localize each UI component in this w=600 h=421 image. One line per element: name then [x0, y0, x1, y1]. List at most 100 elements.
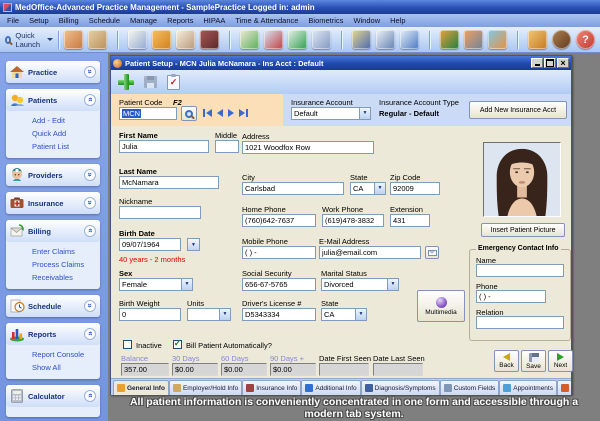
first-record-icon[interactable]	[203, 109, 212, 117]
chevron-down-icon[interactable]	[355, 309, 366, 320]
menu-help[interactable]: Help	[385, 16, 410, 25]
birth-date-input[interactable]: 09/07/1964	[119, 238, 181, 251]
minimize-icon[interactable]	[531, 58, 543, 68]
tab-custom-fields[interactable]: Custom Fields	[440, 380, 500, 395]
menu-reports[interactable]: Reports	[162, 16, 198, 25]
menu-schedule[interactable]: Schedule	[84, 16, 125, 25]
tab-insurance-info[interactable]: Insurance Info	[242, 380, 301, 395]
calc-report-icon[interactable]	[400, 30, 419, 49]
sidebar-item-add-edit[interactable]: Add - Edit	[32, 114, 98, 127]
last-record-icon[interactable]	[239, 109, 248, 117]
menu-file[interactable]: File	[2, 16, 24, 25]
expand-chevron-icon[interactable]	[84, 169, 96, 181]
units-select[interactable]	[187, 308, 231, 321]
tab-appointments[interactable]: Appointments	[499, 380, 557, 395]
icd-codes-icon[interactable]	[88, 30, 107, 49]
sidebar-section-patients[interactable]: Patients	[6, 89, 100, 111]
time-report-icon[interactable]	[376, 30, 395, 49]
birth-date-dropdown[interactable]	[187, 238, 200, 251]
sidebar-section-insurance[interactable]: Insurance	[6, 192, 100, 214]
help-icon[interactable]: ?	[576, 30, 595, 49]
back-button[interactable]: Back	[494, 350, 519, 372]
save-button[interactable]: Save	[521, 350, 546, 372]
menu-setup[interactable]: Setup	[24, 16, 54, 25]
menu-billing[interactable]: Billing	[54, 16, 84, 25]
chevron-down-icon[interactable]	[359, 108, 370, 119]
menu-manage[interactable]: Manage	[125, 16, 162, 25]
send-email-button[interactable]	[425, 246, 439, 259]
sidebar-section-providers[interactable]: Providers	[6, 164, 100, 186]
sidebar-section-schedule[interactable]: Schedule	[6, 295, 100, 317]
add-patient-icon[interactable]	[118, 74, 134, 90]
insert-patient-picture-button[interactable]: Insert Patient Picture	[481, 223, 565, 237]
tab-diagnosis-symptoms[interactable]: Diagnosis/Symptoms	[361, 380, 440, 395]
vehicle-icon[interactable]	[352, 30, 371, 49]
nickname-input[interactable]	[119, 206, 201, 219]
marital-status-select[interactable]: Divorced	[321, 278, 399, 291]
patient-card-icon[interactable]	[128, 30, 147, 49]
add-new-insurance-button[interactable]: Add New Insurance Acct	[469, 101, 567, 119]
collapse-chevron-icon[interactable]	[84, 225, 96, 237]
close-icon[interactable]	[557, 58, 569, 68]
tab-patient-notes[interactable]: Patient Notes	[557, 380, 571, 395]
save-icon[interactable]	[144, 76, 157, 88]
multimedia-button[interactable]: Multimedia	[417, 290, 465, 322]
statements-icon[interactable]	[288, 30, 307, 49]
messages-icon[interactable]	[152, 30, 171, 49]
extension-input[interactable]: 431	[390, 214, 430, 227]
verify-icon[interactable]	[167, 75, 180, 90]
chevron-down-icon[interactable]	[181, 279, 192, 290]
ssn-input[interactable]: 656-67-5765	[242, 278, 316, 291]
collapse-chevron-icon[interactable]	[84, 94, 96, 106]
chevron-down-icon[interactable]	[219, 309, 230, 320]
expand-chevron-icon[interactable]	[84, 300, 96, 312]
chevron-down-icon[interactable]	[387, 279, 398, 290]
biometrics-icon[interactable]	[552, 30, 571, 49]
menu-hipaa[interactable]: HIPAA	[198, 16, 230, 25]
patient-code-input[interactable]: MCN	[119, 107, 177, 120]
sidebar-item-process-claims[interactable]: Process Claims	[32, 258, 98, 271]
sidebar-section-practice[interactable]: Practice	[6, 61, 100, 83]
sidebar-item-quick-add[interactable]: Quick Add	[32, 127, 98, 140]
tab-employer-hold-info[interactable]: Employer/Hold Info	[169, 380, 242, 395]
sidebar-item-receivables[interactable]: Receivables	[32, 271, 98, 284]
cpt-codes-icon[interactable]	[64, 30, 83, 49]
menu-time-attendance[interactable]: Time & Attendance	[230, 16, 303, 25]
sidebar-item-report-console[interactable]: Report Console	[32, 348, 98, 361]
drivers-license-input[interactable]: D5343334	[242, 308, 316, 321]
previous-record-icon[interactable]	[217, 109, 223, 117]
sex-select[interactable]: Female	[119, 278, 193, 291]
dl-state-select[interactable]: CA	[321, 308, 367, 321]
quick-launch[interactable]: Quick Launch	[5, 31, 53, 49]
home-phone-input[interactable]: (760)642-7637	[242, 214, 316, 227]
sidebar-item-show-all[interactable]: Show All	[32, 361, 98, 374]
email-input[interactable]: julia@email.com	[319, 246, 421, 259]
next-record-icon[interactable]	[228, 109, 234, 117]
monitor-icon[interactable]	[464, 30, 483, 49]
next-button[interactable]: Next	[548, 350, 573, 372]
network-users-icon[interactable]	[488, 30, 507, 49]
collapse-chevron-icon[interactable]	[84, 328, 96, 340]
alerts-icon[interactable]	[528, 30, 547, 49]
sidebar-section-calculator[interactable]: Calculator	[6, 385, 100, 407]
sidebar-item-enter-claims[interactable]: Enter Claims	[32, 245, 98, 258]
expand-chevron-icon[interactable]	[84, 197, 96, 209]
bill-automatically-checkbox[interactable]	[173, 340, 182, 349]
state-select[interactable]: CA	[350, 182, 386, 195]
work-phone-input[interactable]: (619)478-3832	[322, 214, 384, 227]
inactive-checkbox[interactable]	[123, 340, 132, 349]
emergency-phone-input[interactable]: ( ) -	[476, 290, 546, 303]
chart-podium-icon[interactable]	[440, 30, 459, 49]
maximize-icon[interactable]	[544, 58, 556, 68]
middle-name-input[interactable]	[215, 140, 239, 153]
birth-weight-input[interactable]: 0	[119, 308, 181, 321]
camera-icon[interactable]	[200, 30, 219, 49]
tab-general-info[interactable]: General Info	[113, 380, 169, 395]
sidebar-section-billing[interactable]: Billing	[6, 220, 100, 242]
insurance-account-select[interactable]: Default	[291, 107, 371, 120]
emergency-name-input[interactable]	[476, 264, 564, 277]
sidebar-item-patient-list[interactable]: Patient List	[32, 140, 98, 153]
superbills-icon[interactable]	[312, 30, 331, 49]
chevron-down-icon[interactable]	[374, 183, 385, 194]
zip-code-input[interactable]: 92009	[390, 182, 440, 195]
